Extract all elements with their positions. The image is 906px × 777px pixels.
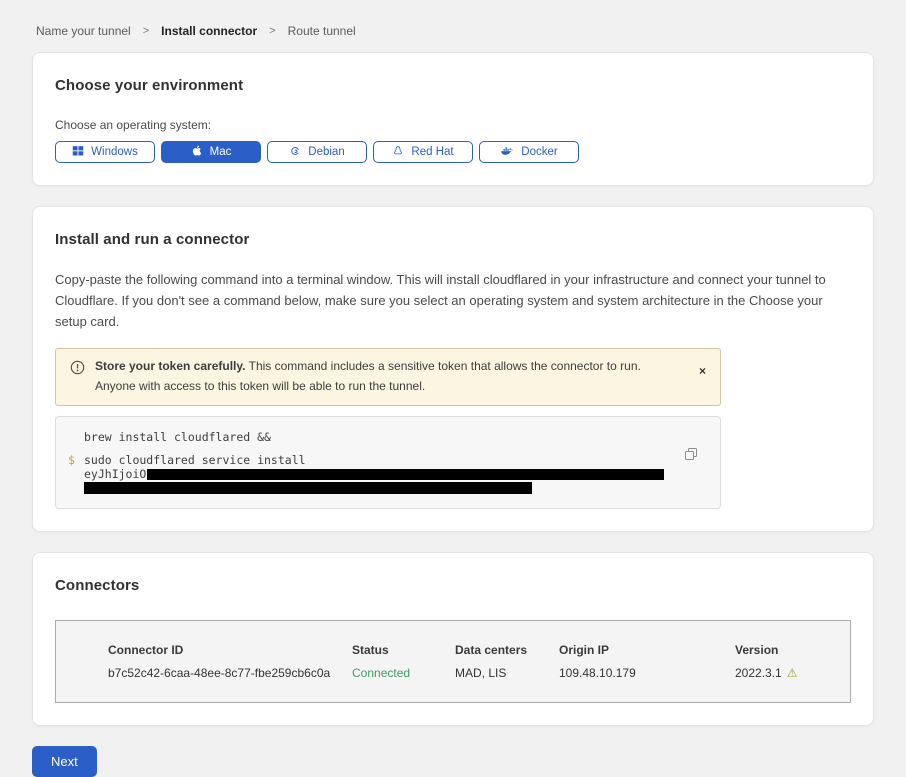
status-badge: Connected xyxy=(352,666,455,680)
install-card-title: Install and run a connector xyxy=(55,231,851,248)
connectors-table: Connector ID Status Data centers Origin … xyxy=(55,620,851,703)
breadcrumb-item-route-tunnel[interactable]: Route tunnel xyxy=(288,24,356,38)
install-description: Copy-paste the following command into a … xyxy=(55,270,851,332)
redaction-bar xyxy=(147,469,664,480)
breadcrumb-separator: > xyxy=(269,25,275,37)
token-warning-banner: Store your token carefully. This command… xyxy=(55,348,721,405)
install-card: Install and run a connector Copy-paste t… xyxy=(32,206,874,532)
install-command-codeblock: brew install cloudflared && $ sudo cloud… xyxy=(55,416,721,509)
os-button-debian[interactable]: Debian xyxy=(267,141,367,163)
copy-icon[interactable] xyxy=(684,447,698,461)
os-button-label: Debian xyxy=(308,146,344,158)
code-line-token: eyJhIjoiO xyxy=(56,468,720,481)
shell-prompt: $ xyxy=(68,454,84,467)
table-row: b7c52c42-6caa-48ee-8c77-fbe259cb6c0a Con… xyxy=(56,657,850,702)
next-button[interactable]: Next xyxy=(32,746,97,777)
os-button-redhat[interactable]: Red Hat xyxy=(373,141,473,163)
windows-icon xyxy=(72,145,84,160)
environment-card: Choose your environment Choose an operat… xyxy=(32,52,874,186)
code-line-token xyxy=(56,481,720,494)
os-button-label: Docker xyxy=(521,146,557,158)
col-header-status: Status xyxy=(352,643,455,657)
data-centers-value: MAD, LIS xyxy=(455,666,559,680)
os-button-label: Windows xyxy=(91,146,138,158)
environment-card-title: Choose your environment xyxy=(55,77,851,94)
os-button-label: Red Hat xyxy=(411,146,453,158)
os-button-mac[interactable]: Mac xyxy=(161,141,261,163)
code-line-install: sudo cloudflared service install xyxy=(84,454,306,467)
col-header-origin-ip: Origin IP xyxy=(559,643,735,657)
code-line: $ sudo cloudflared service install xyxy=(56,454,720,467)
col-header-version: Version xyxy=(735,643,834,657)
os-button-group: Windows Mac Debian Red Hat xyxy=(55,141,851,163)
os-select-label: Choose an operating system: xyxy=(55,118,851,132)
os-button-label: Mac xyxy=(210,146,232,158)
table-header-row: Connector ID Status Data centers Origin … xyxy=(56,621,850,657)
docker-icon xyxy=(500,145,514,160)
warning-text: Store your token carefully. This command… xyxy=(95,357,683,395)
os-button-docker[interactable]: Docker xyxy=(479,141,579,163)
connectors-card: Connectors Connector ID Status Data cent… xyxy=(32,552,874,726)
breadcrumb-item-name-your-tunnel[interactable]: Name your tunnel xyxy=(36,24,131,38)
origin-ip-value: 109.48.10.179 xyxy=(559,666,735,680)
connectors-card-title: Connectors xyxy=(55,577,851,594)
code-line: brew install cloudflared && xyxy=(56,429,720,446)
col-header-data-centers: Data centers xyxy=(455,643,559,657)
debian-icon xyxy=(289,145,301,160)
redhat-icon xyxy=(392,145,404,160)
os-button-windows[interactable]: Windows xyxy=(55,141,155,163)
code-line-brew: brew install cloudflared && xyxy=(84,429,271,446)
connector-id-value: b7c52c42-6caa-48ee-8c77-fbe259cb6c0a xyxy=(108,666,352,680)
breadcrumb-item-install-connector[interactable]: Install connector xyxy=(161,24,257,38)
token-prefix: eyJhIjoiO xyxy=(84,468,146,481)
version-number: 2022.3.1 xyxy=(735,666,782,680)
close-icon[interactable]: × xyxy=(693,357,708,377)
version-value: 2022.3.1 ⚠ xyxy=(735,666,834,680)
col-header-connector-id: Connector ID xyxy=(108,643,352,657)
warning-bold-text: Store your token carefully. xyxy=(95,359,246,373)
page: Name your tunnel > Install connector > R… xyxy=(0,0,906,777)
warning-triangle-icon: ⚠ xyxy=(787,667,798,679)
breadcrumb-separator: > xyxy=(143,25,149,37)
apple-icon xyxy=(191,144,203,160)
alert-circle-icon xyxy=(70,360,85,375)
breadcrumb: Name your tunnel > Install connector > R… xyxy=(32,0,874,52)
redaction-bar xyxy=(84,482,532,494)
